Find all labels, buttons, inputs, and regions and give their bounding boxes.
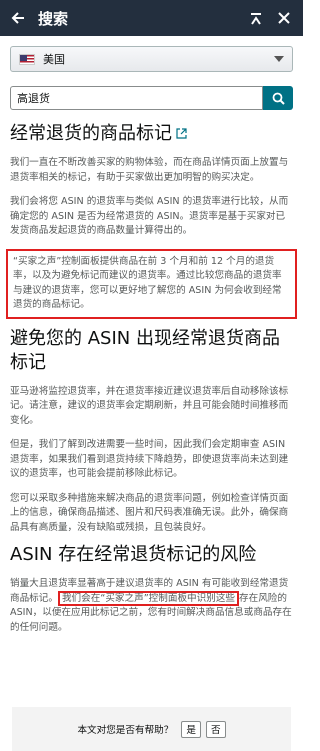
paragraph-6: 您可以采取多种措施来解决商品的退货率问题，例如检查详情页面上的信息，确保商品描述… — [10, 492, 289, 533]
feedback-no-button[interactable]: 否 — [205, 720, 226, 738]
paragraph-3: “买家之声”控制面板提供商品在前 3 个月和前 12 个月的退货率，以及为避免标… — [13, 255, 282, 311]
search-row — [10, 86, 293, 110]
search-icon — [272, 92, 285, 105]
highlighted-sentence: 我们会在“买家之声”控制面板中识别这些 — [57, 590, 240, 606]
feedback-yes-button[interactable]: 是 — [181, 720, 201, 738]
paragraph-5: 但是，我们了解到改进需要一些时间，因此我们会定期审查 ASIN 退货率，如果我们… — [10, 439, 289, 479]
external-link-icon[interactable] — [176, 122, 187, 146]
highlighted-paragraph-box: “买家之声”控制面板提供商品在前 3 个月和前 12 个月的退货率，以及为避免标… — [6, 248, 297, 319]
paragraph-7: 销量大且退货率显著高于建议退货率的 ASIN 有可能收到经常退货商品标记。 我们会… — [10, 577, 293, 635]
heading-risk: ASIN 存在经常退货标记的风险 — [10, 544, 257, 565]
chevron-down-icon — [274, 56, 284, 62]
help-content: 美国 经常退货的商品标记 我们一直在不断改善买家的购物体验，而在商品详情页面上放… — [0, 36, 303, 635]
close-icon[interactable] — [273, 7, 295, 29]
paragraph-4: 亚马逊将监控退货率，并在退货率接近建议退货率后自动移除该标记。请注意，建议的退货… — [10, 385, 289, 426]
header-bar: 搜索 — [0, 0, 303, 36]
header-title: 搜索 — [38, 9, 69, 28]
feedback-bar: 本文对您是否有帮助？ 是 否 — [12, 707, 291, 751]
marketplace-select[interactable]: 美国 — [10, 46, 293, 72]
collapse-panel-icon[interactable] — [245, 7, 267, 29]
search-button[interactable] — [263, 86, 293, 110]
feedback-question: 本文对您是否有帮助？ — [77, 725, 174, 736]
back-arrow-icon[interactable] — [8, 8, 28, 28]
paragraph-2: 我们会将您 ASIN 的退货率与类似 ASIN 的退货率进行比较，从而确定您的 … — [10, 196, 289, 236]
us-flag-icon — [19, 53, 35, 65]
search-input[interactable] — [10, 86, 263, 110]
marketplace-label: 美国 — [43, 53, 65, 66]
heading-avoid-flag: 避免您的 ASIN 出现经常退货商品标记 — [10, 327, 280, 373]
article-title: 经常退货的商品标记 — [10, 122, 293, 146]
paragraph-1: 我们一直在不断改善买家的购物体验，而在商品详情页面上放置与退货率相关的标记，有助… — [10, 157, 289, 183]
